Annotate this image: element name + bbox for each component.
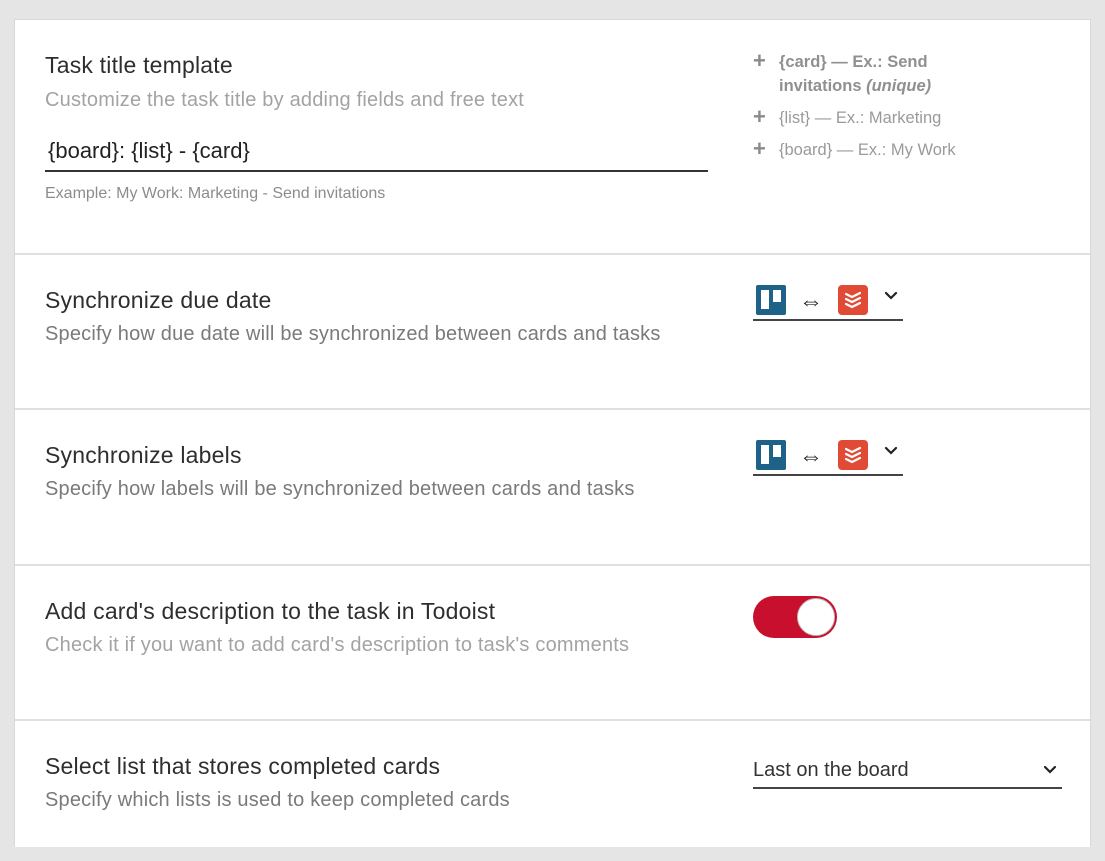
plus-icon: + <box>753 48 766 73</box>
selected-value: Last on the board <box>753 759 909 781</box>
chevron-down-icon <box>884 291 898 300</box>
add-list-field[interactable]: + {list} — Ex.: Marketing <box>753 106 1013 130</box>
chevron-down-icon <box>1043 765 1057 774</box>
section-title: Add card's description to the task in To… <box>45 598 496 624</box>
section-title: Synchronize due date <box>45 287 272 313</box>
section-description: Specify how due date will be synchronize… <box>45 323 661 345</box>
trello-icon <box>756 440 786 470</box>
settings-panel: Task title template Customize the task t… <box>14 19 1091 847</box>
section-title: Select list that stores completed cards <box>45 753 441 779</box>
completed-list-select[interactable]: Last on the board <box>753 757 1062 789</box>
todoist-icon <box>838 285 868 315</box>
section-description: Specify how labels will be synchronized … <box>45 478 635 500</box>
bidirectional-arrow-icon: ⇔ <box>799 443 823 470</box>
title-template-input[interactable] <box>45 132 708 172</box>
sync-labels-section: Synchronize labels Specify how labels wi… <box>15 410 1090 566</box>
add-board-field[interactable]: + {board} — Ex.: My Work <box>753 138 1013 162</box>
description-toggle[interactable] <box>753 596 837 638</box>
due-date-sync-select[interactable]: ⇔ <box>753 285 903 321</box>
field-label: {board} — Ex.: My Work <box>779 141 956 159</box>
section-title: Synchronize labels <box>45 442 242 468</box>
plus-icon: + <box>753 136 766 161</box>
sync-due-date-section: Synchronize due date Specify how due dat… <box>15 255 1090 410</box>
field-list: + {card} — Ex.: Send invitations (unique… <box>753 50 1013 170</box>
plus-icon: + <box>753 104 766 129</box>
trello-icon <box>756 285 786 315</box>
field-label: {list} — Ex.: Marketing <box>779 109 942 127</box>
template-example: Example: My Work: Marketing - Send invit… <box>45 185 386 202</box>
chevron-down-icon <box>884 446 898 455</box>
bidirectional-arrow-icon: ⇔ <box>799 288 823 315</box>
section-title: Task title template <box>45 52 233 78</box>
toggle-knob <box>797 598 835 636</box>
completed-list-section: Select list that stores completed cards … <box>15 721 1090 847</box>
task-title-template-section: Task title template Customize the task t… <box>15 20 1090 255</box>
section-description: Specify which lists is used to keep comp… <box>45 789 510 811</box>
card-description-section: Add card's description to the task in To… <box>15 566 1090 721</box>
todoist-icon <box>838 440 868 470</box>
section-description: Customize the task title by adding field… <box>45 89 525 111</box>
add-card-field[interactable]: + {card} — Ex.: Send invitations (unique… <box>753 50 1013 98</box>
section-description: Check it if you want to add card's descr… <box>45 634 630 656</box>
unique-marker: (unique) <box>866 77 932 95</box>
labels-sync-select[interactable]: ⇔ <box>753 440 903 476</box>
